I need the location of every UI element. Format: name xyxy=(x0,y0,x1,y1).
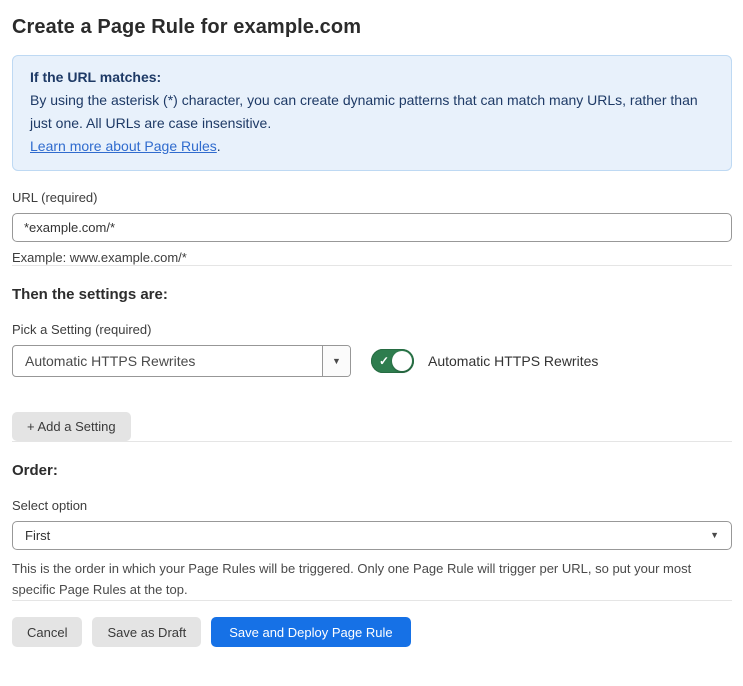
order-select[interactable]: First ▼ xyxy=(12,521,732,550)
setting-dropdown-value: Automatic HTTPS Rewrites xyxy=(25,353,196,369)
save-and-deploy-button[interactable]: Save and Deploy Page Rule xyxy=(211,617,411,647)
url-input[interactable] xyxy=(12,213,732,242)
setting-toggle[interactable]: ✓ xyxy=(371,349,414,373)
url-label: URL (required) xyxy=(12,190,98,205)
divider xyxy=(12,265,732,266)
url-matches-info-box: If the URL matches: By using the asteris… xyxy=(12,55,732,171)
setting-toggle-label: Automatic HTTPS Rewrites xyxy=(428,353,599,369)
check-icon: ✓ xyxy=(379,354,390,368)
settings-heading: Then the settings are: xyxy=(12,286,168,303)
info-box-heading: If the URL matches: xyxy=(30,69,162,85)
link-period: . xyxy=(216,138,221,154)
divider xyxy=(12,600,732,601)
chevron-down-icon: ▼ xyxy=(710,530,719,540)
setting-dropdown-button[interactable]: ▼ xyxy=(322,346,350,376)
info-box-link-line: Learn more about Page Rules. xyxy=(30,135,714,158)
footer-actions: Cancel Save as Draft Save and Deploy Pag… xyxy=(12,617,732,647)
order-select-value: First xyxy=(25,528,51,543)
add-setting-button[interactable]: + Add a Setting xyxy=(12,412,131,441)
url-example-text: Example: www.example.com/* xyxy=(12,250,187,265)
info-box-body: By using the asterisk (*) character, you… xyxy=(30,92,698,131)
order-heading: Order: xyxy=(12,462,58,479)
page-title: Create a Page Rule for example.com xyxy=(12,16,362,38)
toggle-knob xyxy=(392,351,412,371)
setting-dropdown[interactable]: Automatic HTTPS Rewrites ▼ xyxy=(12,345,351,377)
learn-more-link[interactable]: Learn more about Page Rules xyxy=(30,138,217,154)
setting-row: Automatic HTTPS Rewrites ▼ ✓ Automatic H… xyxy=(12,345,732,377)
setting-picker-label: Pick a Setting (required) xyxy=(12,322,152,337)
order-select-label: Select option xyxy=(12,498,88,513)
save-as-draft-button[interactable]: Save as Draft xyxy=(92,617,202,647)
order-help-text: This is the order in which your Page Rul… xyxy=(12,561,692,597)
chevron-down-icon: ▼ xyxy=(332,355,341,366)
page-rule-form: Create a Page Rule for example.com If th… xyxy=(0,0,743,647)
cancel-button[interactable]: Cancel xyxy=(12,617,83,647)
divider xyxy=(12,441,732,442)
